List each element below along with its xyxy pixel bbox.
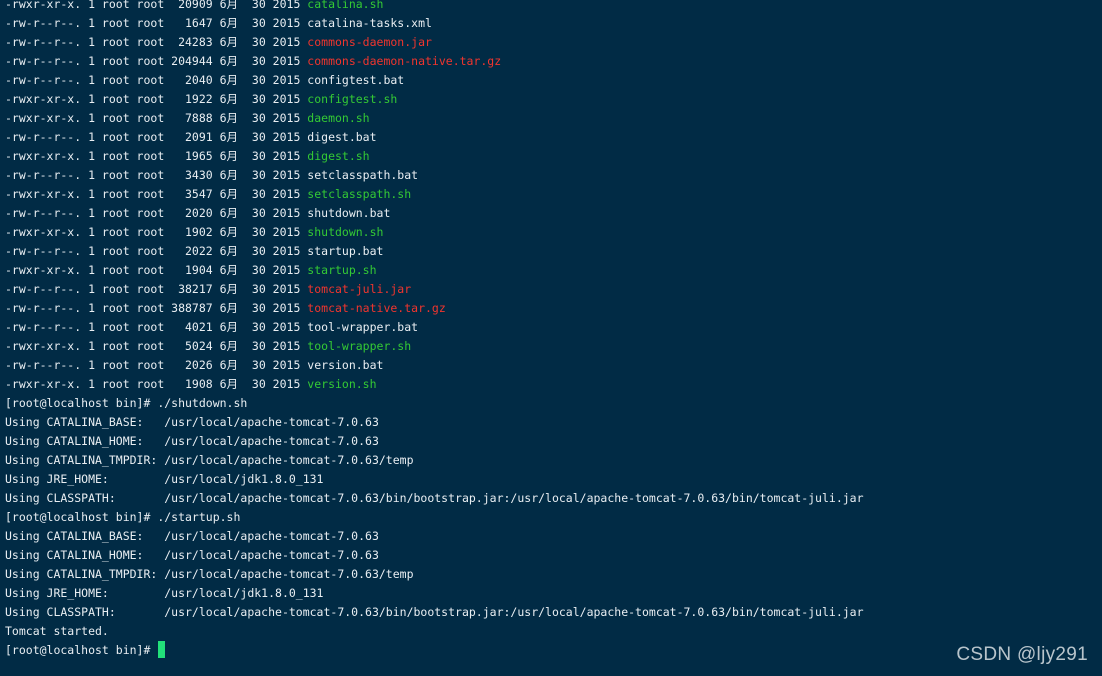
file-name: setclasspath.sh	[307, 187, 412, 201]
listing-meta: -rwxr-xr-x. 1 root root 1908 6月 30 2015	[5, 377, 308, 391]
csdn-watermark: CSDN @ljy291	[956, 644, 1088, 665]
file-name: version.sh	[307, 377, 377, 391]
listing-meta: -rw-r--r--. 1 root root 2040 6月 30 2015	[5, 73, 308, 87]
listing-line: -rwxr-xr-x. 1 root root 1965 6月 30 2015 …	[5, 147, 1102, 166]
listing-line: -rw-r--r--. 1 root root 2022 6月 30 2015 …	[5, 242, 1102, 261]
command-output-line: Using CATALINA_TMPDIR: /usr/local/apache…	[5, 567, 414, 581]
file-name: setclasspath.bat	[307, 168, 419, 182]
listing-meta: -rw-r--r--. 1 root root 2026 6月 30 2015	[5, 358, 308, 372]
file-name: configtest.bat	[307, 73, 405, 87]
listing-line: -rw-r--r--. 1 root root 2040 6月 30 2015 …	[5, 71, 1102, 90]
command-output-line: Using CLASSPATH: /usr/local/apache-tomca…	[5, 491, 864, 505]
listing-line: -rw-r--r--. 1 root root 38217 6月 30 2015…	[5, 280, 1102, 299]
listing-line: -rwxr-xr-x. 1 root root 1902 6月 30 2015 …	[5, 223, 1102, 242]
command-prompt-line: [root@localhost bin]# ./startup.sh	[5, 510, 241, 524]
command-output-line: Using JRE_HOME: /usr/local/jdk1.8.0_131	[5, 586, 324, 600]
command-output-line: Using CATALINA_BASE: /usr/local/apache-t…	[5, 415, 379, 429]
file-name: shutdown.sh	[307, 225, 384, 239]
listing-line: -rwxr-xr-x. 1 root root 1908 6月 30 2015 …	[5, 375, 1102, 394]
command-output-line: Using CATALINA_TMPDIR: /usr/local/apache…	[5, 453, 414, 467]
listing-meta: -rw-r--r--. 1 root root 38217 6月 30 2015	[5, 282, 308, 296]
listing-line: -rwxr-xr-x. 1 root root 20909 6月 30 2015…	[5, 0, 1102, 14]
file-name: tomcat-native.tar.gz	[307, 301, 446, 315]
listing-line: -rw-r--r--. 1 root root 24283 6月 30 2015…	[5, 33, 1102, 52]
listing-meta: -rwxr-xr-x. 1 root root 1965 6月 30 2015	[5, 149, 308, 163]
listing-line: -rw-r--r--. 1 root root 388787 6月 30 201…	[5, 299, 1102, 318]
listing-meta: -rw-r--r--. 1 root root 3430 6月 30 2015	[5, 168, 308, 182]
listing-meta: -rw-r--r--. 1 root root 388787 6月 30 201…	[5, 301, 308, 315]
listing-meta: -rw-r--r--. 1 root root 204944 6月 30 201…	[5, 54, 308, 68]
terminal-output: -rwxr-xr-x. 1 root root 20909 6月 30 2015…	[5, 0, 1102, 660]
prompt-text: [root@localhost bin]#	[5, 643, 158, 657]
command-prompt-line: [root@localhost bin]# ./shutdown.sh	[5, 396, 248, 410]
listing-meta: -rwxr-xr-x. 1 root root 7888 6月 30 2015	[5, 111, 308, 125]
file-name: tomcat-juli.jar	[307, 282, 412, 296]
listing-line: -rw-r--r--. 1 root root 3430 6月 30 2015 …	[5, 166, 1102, 185]
cursor-block	[158, 641, 166, 658]
listing-line: -rwxr-xr-x. 1 root root 1922 6月 30 2015 …	[5, 90, 1102, 109]
listing-line: -rw-r--r--. 1 root root 1647 6月 30 2015 …	[5, 14, 1102, 33]
file-name: startup.sh	[307, 263, 377, 277]
terminal-window[interactable]: -rwxr-xr-x. 1 root root 20909 6月 30 2015…	[0, 0, 1102, 676]
file-name: catalina-tasks.xml	[307, 16, 432, 30]
listing-meta: -rw-r--r--. 1 root root 2020 6月 30 2015	[5, 206, 308, 220]
file-name: tool-wrapper.sh	[307, 339, 412, 353]
listing-meta: -rwxr-xr-x. 1 root root 5024 6月 30 2015	[5, 339, 308, 353]
listing-meta: -rw-r--r--. 1 root root 4021 6月 30 2015	[5, 320, 308, 334]
listing-meta: -rw-r--r--. 1 root root 24283 6月 30 2015	[5, 35, 308, 49]
active-prompt-line[interactable]: [root@localhost bin]#	[5, 641, 1102, 660]
listing-line: -rwxr-xr-x. 1 root root 5024 6月 30 2015 …	[5, 337, 1102, 356]
file-name: commons-daemon-native.tar.gz	[307, 54, 502, 68]
file-name: configtest.sh	[307, 92, 398, 106]
file-name: shutdown.bat	[307, 206, 391, 220]
command-output-line: Using CATALINA_HOME: /usr/local/apache-t…	[5, 434, 379, 448]
listing-meta: -rwxr-xr-x. 1 root root 3547 6月 30 2015	[5, 187, 308, 201]
listing-meta: -rw-r--r--. 1 root root 2091 6月 30 2015	[5, 130, 308, 144]
file-name: tool-wrapper.bat	[307, 320, 419, 334]
file-name: digest.bat	[307, 130, 377, 144]
listing-meta: -rwxr-xr-x. 1 root root 1904 6月 30 2015	[5, 263, 308, 277]
listing-meta: -rw-r--r--. 1 root root 2022 6月 30 2015	[5, 244, 308, 258]
listing-line: -rwxr-xr-x. 1 root root 1904 6月 30 2015 …	[5, 261, 1102, 280]
file-name: version.bat	[307, 358, 384, 372]
listing-line: -rw-r--r--. 1 root root 2026 6月 30 2015 …	[5, 356, 1102, 375]
command-output-line: Tomcat started.	[5, 624, 109, 638]
listing-meta: -rwxr-xr-x. 1 root root 1902 6月 30 2015	[5, 225, 308, 239]
command-output-line: Using CATALINA_BASE: /usr/local/apache-t…	[5, 529, 379, 543]
file-name: startup.bat	[307, 244, 384, 258]
listing-line: -rw-r--r--. 1 root root 204944 6月 30 201…	[5, 52, 1102, 71]
file-name: digest.sh	[307, 149, 370, 163]
file-name: catalina.sh	[307, 0, 384, 11]
listing-line: -rw-r--r--. 1 root root 2091 6月 30 2015 …	[5, 128, 1102, 147]
listing-line: -rw-r--r--. 1 root root 2020 6月 30 2015 …	[5, 204, 1102, 223]
listing-meta: -rwxr-xr-x. 1 root root 20909 6月 30 2015	[5, 0, 308, 11]
file-name: daemon.sh	[307, 111, 370, 125]
listing-line: -rw-r--r--. 1 root root 4021 6月 30 2015 …	[5, 318, 1102, 337]
listing-line: -rwxr-xr-x. 1 root root 7888 6月 30 2015 …	[5, 109, 1102, 128]
command-output-line: Using CLASSPATH: /usr/local/apache-tomca…	[5, 605, 864, 619]
listing-meta: -rwxr-xr-x. 1 root root 1922 6月 30 2015	[5, 92, 308, 106]
listing-line: -rwxr-xr-x. 1 root root 3547 6月 30 2015 …	[5, 185, 1102, 204]
listing-meta: -rw-r--r--. 1 root root 1647 6月 30 2015	[5, 16, 308, 30]
command-output-line: Using JRE_HOME: /usr/local/jdk1.8.0_131	[5, 472, 324, 486]
command-output-line: Using CATALINA_HOME: /usr/local/apache-t…	[5, 548, 379, 562]
file-name: commons-daemon.jar	[307, 35, 432, 49]
